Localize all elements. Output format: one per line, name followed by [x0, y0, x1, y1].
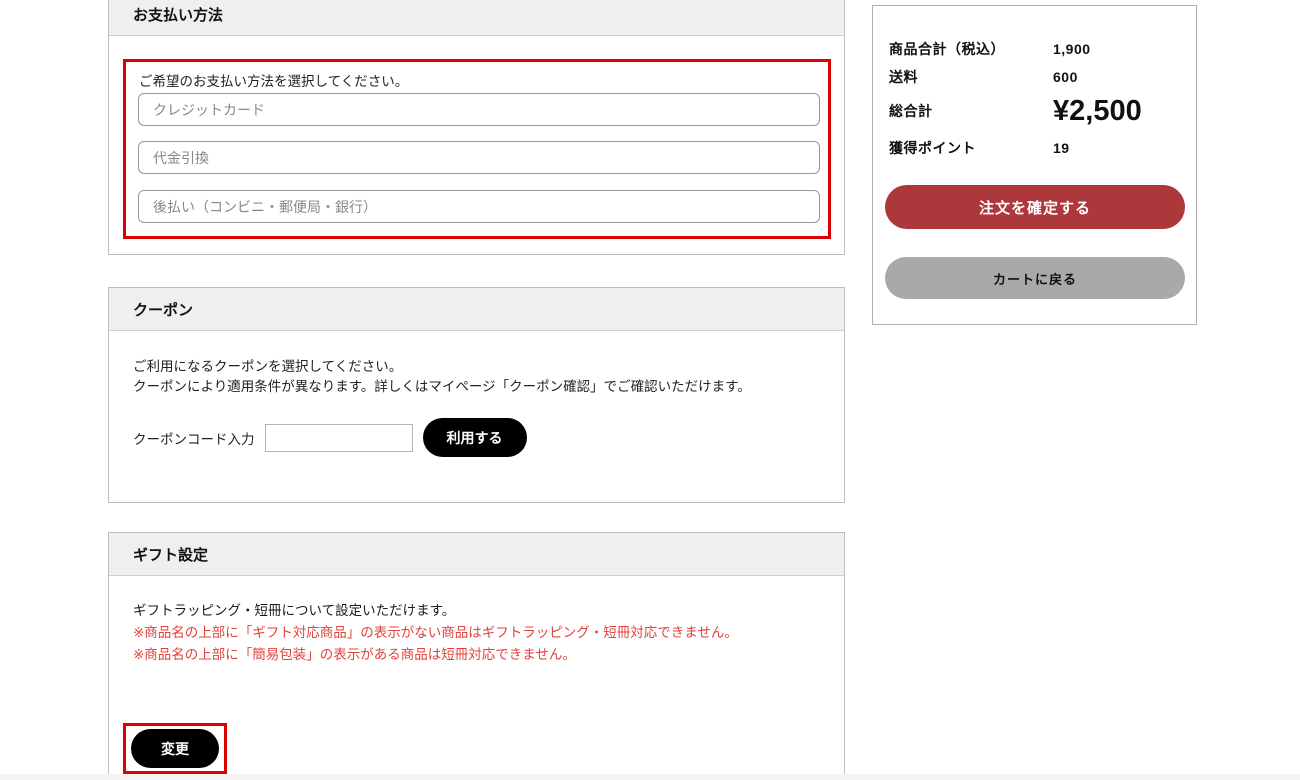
payment-option-deferred-payment[interactable]: 後払い（コンビニ・郵便局・銀行） — [138, 190, 820, 223]
coupon-section-header: クーポン — [109, 288, 844, 331]
grand-total-label: 総合計 — [889, 101, 1053, 121]
points-label: 獲得ポイント — [889, 138, 1053, 158]
confirm-order-button[interactable]: 注文を確定する — [885, 185, 1185, 229]
gift-section-title: ギフト設定 — [133, 544, 208, 565]
payment-option-cash-on-delivery[interactable]: 代金引換 — [138, 141, 820, 174]
coupon-description-line2: クーポンにより適用条件が異なります。詳しくはマイページ「クーポン確認」でご確認い… — [133, 377, 751, 397]
grand-total-value: ¥2,500 — [1053, 95, 1142, 128]
gift-warning-line1: ※商品名の上部に「ギフト対応商品」の表示がない商品はギフトラッピング・短冊対応で… — [133, 622, 738, 644]
summary-row-shipping: 送料 600 — [889, 67, 1180, 87]
back-to-cart-button[interactable]: カートに戻る — [885, 257, 1185, 299]
gift-section-header: ギフト設定 — [109, 533, 844, 576]
bottom-page-strip — [0, 774, 1300, 780]
payment-option-label: 後払い（コンビニ・郵便局・銀行） — [153, 197, 377, 217]
payment-section-header: お支払い方法 — [109, 0, 844, 36]
change-button-highlight-box: 変更 — [123, 723, 227, 774]
subtotal-value: 1,900 — [1053, 41, 1091, 57]
order-summary-panel: 商品合計（税込） 1,900 送料 600 総合計 ¥2,500 獲得ポイント … — [872, 5, 1197, 325]
shipping-value: 600 — [1053, 69, 1078, 85]
payment-instruction: ご希望のお支払い方法を選択してください。 — [139, 70, 408, 90]
gift-description: ギフトラッピング・短冊について設定いただけます。 ※商品名の上部に「ギフト対応商… — [133, 600, 738, 666]
summary-row-grand-total: 総合計 ¥2,500 — [889, 94, 1180, 128]
points-value: 19 — [1053, 140, 1070, 156]
coupon-code-input[interactable] — [265, 424, 413, 452]
coupon-description-line1: ご利用になるクーポンを選択してください。 — [133, 357, 751, 377]
gift-description-line: ギフトラッピング・短冊について設定いただけます。 — [133, 600, 738, 622]
shipping-label: 送料 — [889, 67, 1053, 87]
summary-row-points: 獲得ポイント 19 — [889, 138, 1180, 158]
coupon-apply-button[interactable]: 利用する — [423, 418, 527, 457]
payment-option-label: クレジットカード — [153, 100, 265, 120]
payment-option-label: 代金引換 — [153, 148, 209, 168]
coupon-description: ご利用になるクーポンを選択してください。 クーポンにより適用条件が異なります。詳… — [133, 357, 751, 397]
subtotal-label: 商品合計（税込） — [889, 39, 1053, 59]
gift-settings-section: ギフト設定 ギフトラッピング・短冊について設定いただけます。 ※商品名の上部に「… — [108, 532, 845, 780]
payment-section-title: お支払い方法 — [133, 4, 223, 25]
coupon-input-row: クーポンコード入力 利用する — [133, 418, 527, 457]
payment-option-credit-card[interactable]: クレジットカード — [138, 93, 820, 126]
coupon-section-title: クーポン — [133, 299, 193, 320]
gift-warning-line2: ※商品名の上部に「簡易包装」の表示がある商品は短冊対応できません。 — [133, 644, 738, 666]
payment-method-section: お支払い方法 ご希望のお支払い方法を選択してください。 クレジットカード 代金引… — [108, 0, 845, 255]
summary-row-subtotal: 商品合計（税込） 1,900 — [889, 39, 1180, 59]
coupon-code-label: クーポンコード入力 — [133, 428, 255, 448]
payment-highlight-box: ご希望のお支払い方法を選択してください。 クレジットカード 代金引換 後払い（コ… — [123, 59, 831, 239]
gift-change-button[interactable]: 変更 — [131, 729, 219, 768]
coupon-section: クーポン ご利用になるクーポンを選択してください。 クーポンにより適用条件が異な… — [108, 287, 845, 503]
